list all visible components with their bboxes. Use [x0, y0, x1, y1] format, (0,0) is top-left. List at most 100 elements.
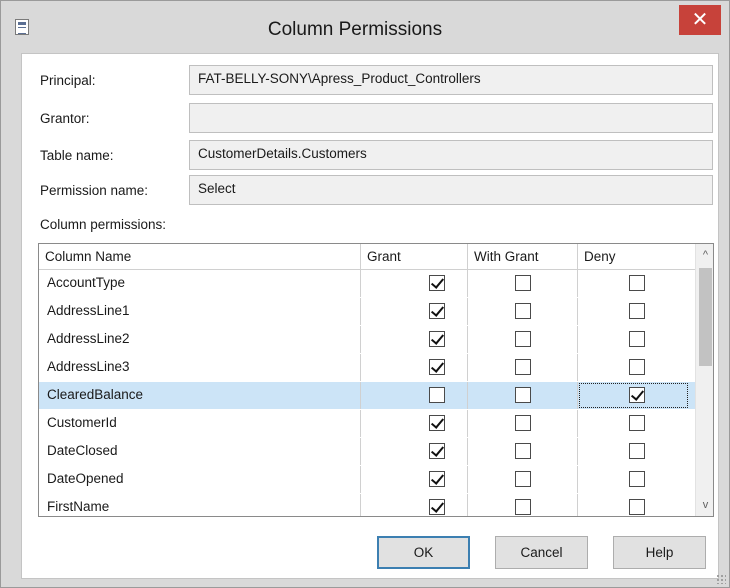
principal-field[interactable]: FAT-BELLY-SONY\Apress_Product_Controller… — [189, 65, 713, 95]
with-grant-checkbox[interactable] — [515, 499, 531, 515]
grant-checkbox[interactable] — [429, 471, 445, 487]
table-name-label: Table name: — [40, 148, 114, 163]
with-grant-checkbox[interactable] — [515, 471, 531, 487]
with-grant-cell — [468, 326, 578, 353]
column-name-cell: FirstName — [39, 494, 361, 516]
with-grant-cell — [468, 438, 578, 465]
principal-label: Principal: — [40, 73, 96, 88]
grant-checkbox[interactable] — [429, 443, 445, 459]
column-name-cell: DateOpened — [39, 466, 361, 493]
deny-checkbox[interactable] — [629, 471, 645, 487]
column-name-cell: ClearedBalance — [39, 382, 361, 409]
with-grant-checkbox[interactable] — [515, 331, 531, 347]
close-icon: ✕ — [691, 7, 709, 31]
with-grant-cell — [468, 354, 578, 381]
table-row[interactable]: AddressLine3 — [39, 354, 695, 381]
grant-checkbox[interactable] — [429, 387, 445, 403]
grant-cell — [361, 270, 468, 297]
focus-rectangle — [579, 383, 688, 408]
grant-cell — [361, 410, 468, 437]
grant-checkbox[interactable] — [429, 415, 445, 431]
deny-checkbox[interactable] — [629, 415, 645, 431]
table-row[interactable]: FirstName — [39, 494, 695, 516]
grant-checkbox[interactable] — [429, 359, 445, 375]
grant-checkbox[interactable] — [429, 303, 445, 319]
grantor-row: Grantor: — [22, 103, 718, 133]
deny-cell — [578, 298, 695, 325]
column-name-cell: AccountType — [39, 270, 361, 297]
permission-name-field[interactable]: Select — [189, 175, 713, 205]
deny-cell — [578, 270, 695, 297]
grantor-label: Grantor: — [40, 111, 90, 126]
with-grant-checkbox[interactable] — [515, 275, 531, 291]
table-row[interactable]: AccountType — [39, 270, 695, 297]
grid-header: Column Name Grant With Grant Deny — [39, 244, 695, 270]
column-name-cell: CustomerId — [39, 410, 361, 437]
column-permissions-grid[interactable]: Column Name Grant With Grant Deny Accoun… — [38, 243, 714, 517]
deny-cell — [578, 466, 695, 493]
grant-checkbox[interactable] — [429, 331, 445, 347]
dialog-content: Principal: FAT-BELLY-SONY\Apress_Product… — [21, 53, 719, 579]
scroll-down-icon[interactable]: v — [696, 494, 713, 516]
column-name-cell: AddressLine1 — [39, 298, 361, 325]
with-grant-cell — [468, 494, 578, 516]
column-permissions-dialog: Column Permissions ✕ Principal: FAT-BELL… — [0, 0, 730, 588]
deny-checkbox[interactable] — [629, 443, 645, 459]
title-bar[interactable]: Column Permissions ✕ — [1, 1, 729, 51]
deny-checkbox[interactable] — [629, 331, 645, 347]
principal-row: Principal: FAT-BELLY-SONY\Apress_Product… — [22, 65, 718, 95]
header-deny[interactable]: Deny — [578, 244, 695, 270]
deny-cell — [578, 326, 695, 353]
with-grant-checkbox[interactable] — [515, 387, 531, 403]
with-grant-cell — [468, 410, 578, 437]
column-name-cell: DateClosed — [39, 438, 361, 465]
grant-cell — [361, 382, 468, 409]
deny-checkbox[interactable] — [629, 359, 645, 375]
header-column-name[interactable]: Column Name — [39, 244, 361, 270]
grant-cell — [361, 466, 468, 493]
deny-cell — [578, 410, 695, 437]
with-grant-cell — [468, 270, 578, 297]
deny-checkbox[interactable] — [629, 303, 645, 319]
with-grant-cell — [468, 382, 578, 409]
grant-checkbox[interactable] — [429, 499, 445, 515]
with-grant-cell — [468, 466, 578, 493]
with-grant-checkbox[interactable] — [515, 443, 531, 459]
deny-cell — [578, 354, 695, 381]
header-with-grant[interactable]: With Grant — [468, 244, 578, 270]
permission-name-row: Permission name: Select — [22, 175, 718, 205]
close-button[interactable]: ✕ — [679, 5, 721, 35]
help-button[interactable]: Help — [613, 536, 706, 569]
grant-cell — [361, 438, 468, 465]
ok-button[interactable]: OK — [377, 536, 470, 569]
grid-rows: AccountType AddressLine1 AddressLine2 Addre… — [39, 270, 695, 516]
with-grant-checkbox[interactable] — [515, 415, 531, 431]
with-grant-checkbox[interactable] — [515, 359, 531, 375]
cancel-button[interactable]: Cancel — [495, 536, 588, 569]
table-row[interactable]: AddressLine2 — [39, 326, 695, 353]
scrollbar-thumb[interactable] — [699, 268, 712, 366]
deny-cell — [578, 382, 695, 409]
vertical-scrollbar[interactable]: ^ v — [695, 244, 713, 516]
table-row[interactable]: CustomerId — [39, 410, 695, 437]
deny-cell — [578, 494, 695, 516]
deny-checkbox[interactable] — [629, 275, 645, 291]
table-name-field[interactable]: CustomerDetails.Customers — [189, 140, 713, 170]
table-name-row: Table name: CustomerDetails.Customers — [22, 140, 718, 170]
table-row[interactable]: DateClosed — [39, 438, 695, 465]
permission-name-label: Permission name: — [40, 183, 149, 198]
grantor-field[interactable] — [189, 103, 713, 133]
deny-checkbox[interactable] — [629, 499, 645, 515]
column-name-cell: AddressLine3 — [39, 354, 361, 381]
deny-cell — [578, 438, 695, 465]
header-grant[interactable]: Grant — [361, 244, 468, 270]
table-row[interactable]: DateOpened — [39, 466, 695, 493]
table-row[interactable]: AddressLine1 — [39, 298, 695, 325]
grant-cell — [361, 326, 468, 353]
scroll-up-icon[interactable]: ^ — [696, 244, 713, 266]
grant-checkbox[interactable] — [429, 275, 445, 291]
grant-cell — [361, 298, 468, 325]
resize-grip-icon[interactable] — [716, 574, 726, 584]
table-row[interactable]: ClearedBalance — [39, 382, 695, 409]
with-grant-checkbox[interactable] — [515, 303, 531, 319]
